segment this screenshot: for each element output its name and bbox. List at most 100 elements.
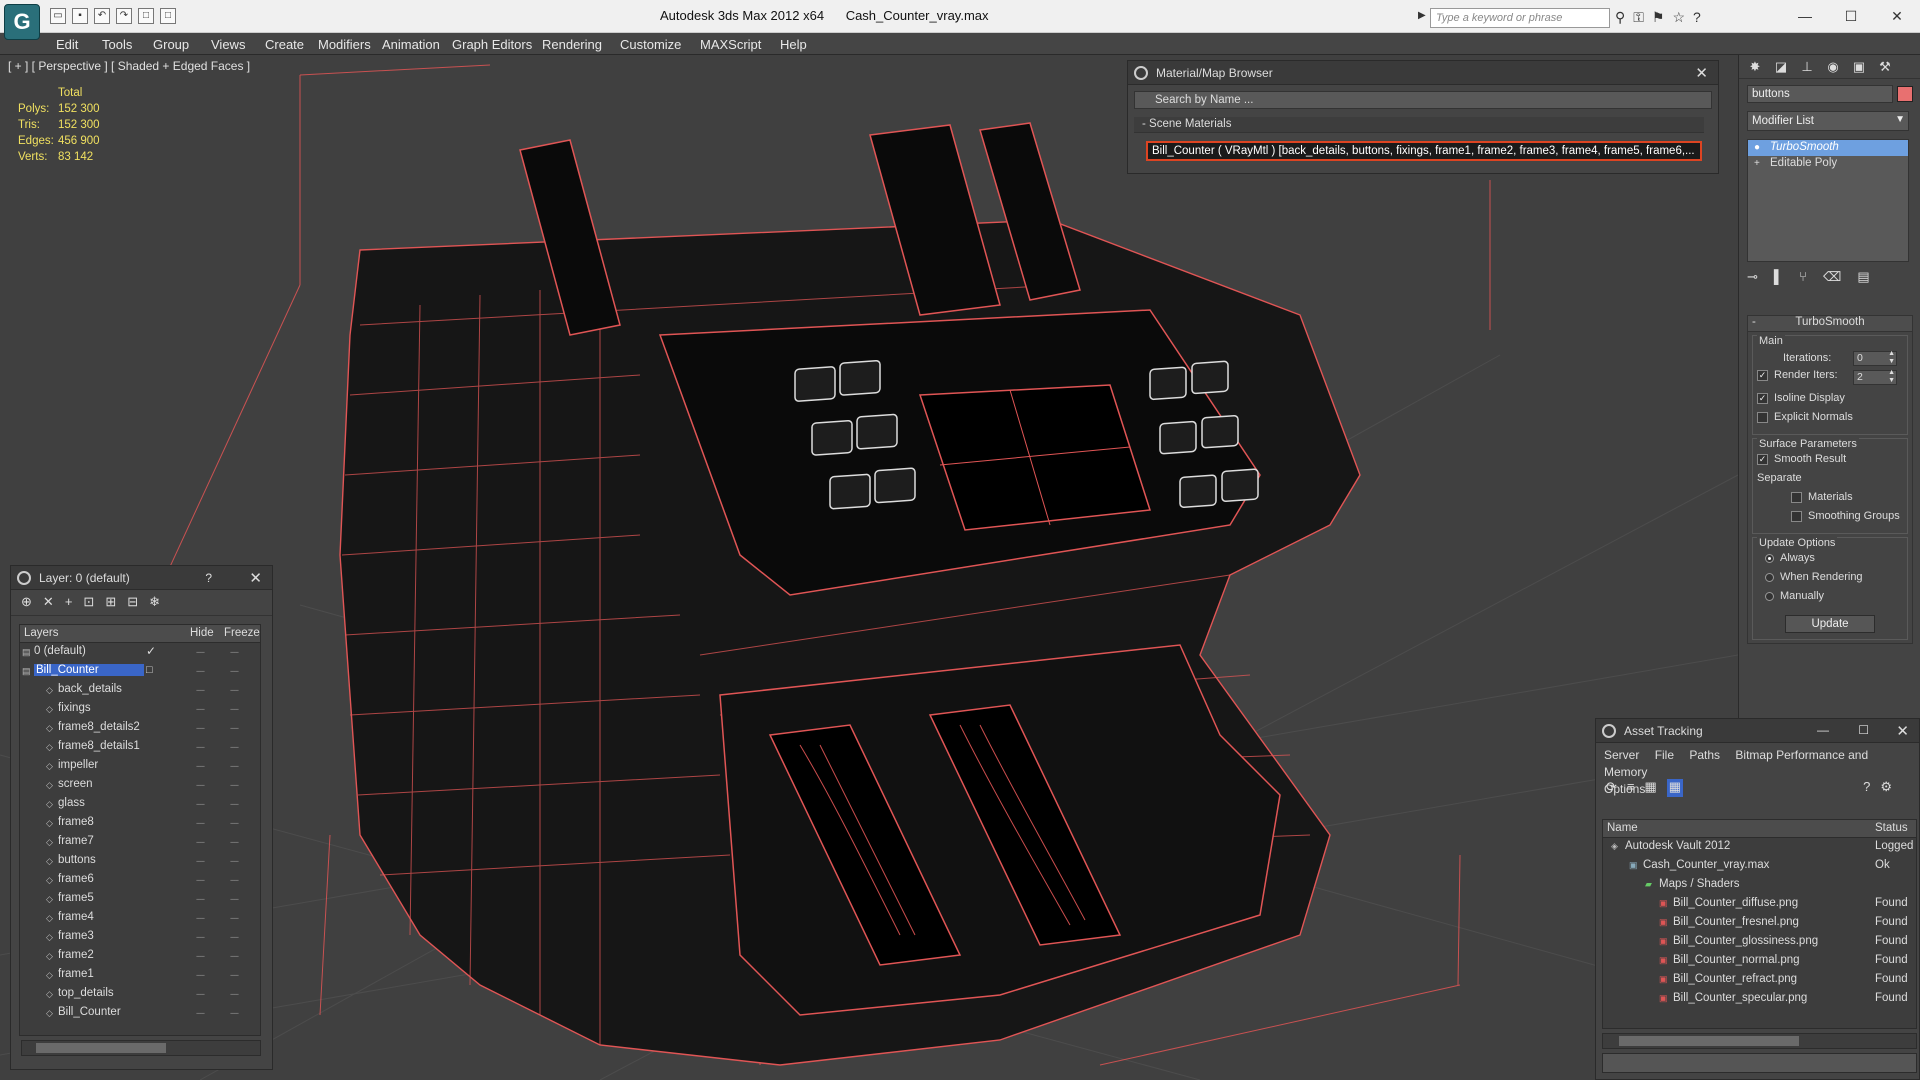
current-layer-check-icon[interactable]: ✓ — [146, 644, 156, 658]
hide-toggle[interactable]: ---- — [196, 761, 205, 771]
hide-toggle[interactable]: ---- — [196, 742, 205, 752]
freeze-toggle[interactable]: ---- — [230, 1008, 239, 1018]
communication-icon[interactable]: ⚑ — [1652, 9, 1665, 26]
update-button[interactable]: Update — [1785, 615, 1875, 633]
freeze-toggle[interactable]: ---- — [230, 913, 239, 923]
layers-horizontal-scrollbar[interactable] — [21, 1040, 261, 1056]
hide-toggle[interactable]: ---- — [196, 951, 205, 961]
asset-row[interactable]: ▣ Bill_Counter_glossiness.png Found — [1603, 933, 1916, 952]
favorites-star-icon[interactable]: ☆ — [1672, 9, 1685, 26]
help-icon[interactable]: ? — [1863, 779, 1870, 797]
menu-paths[interactable]: Paths — [1689, 748, 1720, 762]
list-view-icon[interactable]: ≡ — [1627, 779, 1635, 797]
freeze-toggle[interactable]: ---- — [230, 780, 239, 790]
freeze-toggle[interactable]: ---- — [230, 666, 239, 676]
layer-row[interactable]: ◇ Bill_Counter ---- ---- — [20, 1004, 260, 1023]
binoculars-icon[interactable]: ⚲ — [1615, 9, 1625, 26]
freeze-toggle[interactable]: ---- — [230, 837, 239, 847]
menu-server[interactable]: Server — [1604, 748, 1639, 762]
col-hide[interactable]: Hide — [190, 627, 214, 639]
menu-rendering[interactable]: Rendering — [542, 37, 602, 52]
stack-item-turbosmooth[interactable]: ● TurboSmooth — [1748, 140, 1908, 156]
freeze-toggle[interactable]: ---- — [230, 799, 239, 809]
asset-row[interactable]: ▣ Bill_Counter_fresnel.png Found — [1603, 914, 1916, 933]
asset-row[interactable]: ▣ Bill_Counter_normal.png Found — [1603, 952, 1916, 971]
freeze-toggle[interactable]: ---- — [230, 704, 239, 714]
fetch-icon[interactable]: □ — [160, 8, 176, 24]
app-logo-button[interactable]: G — [4, 4, 40, 40]
menu-edit[interactable]: Edit — [56, 37, 78, 52]
freeze-toggle[interactable]: ---- — [230, 647, 239, 657]
layer-row[interactable]: ◇ frame5 ---- ---- — [20, 890, 260, 909]
layer-row[interactable]: ◇ back_details ---- ---- — [20, 681, 260, 700]
open-file-icon[interactable]: ▭ — [50, 8, 66, 24]
table-view-icon[interactable]: ▦ — [1666, 779, 1684, 797]
hold-icon[interactable]: □ — [138, 8, 154, 24]
col-name[interactable]: Name — [1607, 822, 1638, 834]
layer-row[interactable]: ◇ top_details ---- ---- — [20, 985, 260, 1004]
render-iters-spinner[interactable]: 2 ▲ ▼ — [1853, 369, 1897, 385]
configure-sets-icon[interactable]: ▤ — [1857, 269, 1869, 285]
highlight-layer-icon[interactable]: ⊞ — [105, 594, 116, 611]
menu-bitmap-performance[interactable]: Bitmap Performance and Memory — [1604, 748, 1868, 779]
display-tab-icon[interactable]: ▣ — [1849, 59, 1869, 77]
save-icon[interactable]: ▪ — [72, 8, 88, 24]
layer-row[interactable]: ◇ frame4 ---- ---- — [20, 909, 260, 928]
hide-toggle[interactable]: ---- — [196, 666, 205, 676]
asset-row[interactable]: ▣ Bill_Counter_diffuse.png Found — [1603, 895, 1916, 914]
menu-help[interactable]: Help — [780, 37, 807, 52]
layer-row[interactable]: ▤ 0 (default) ✓ ---- ---- — [20, 643, 260, 662]
menu-maxscript[interactable]: MAXScript — [700, 37, 761, 52]
asset-row[interactable]: ▣ Bill_Counter_refract.png Found — [1603, 971, 1916, 990]
col-layers[interactable]: Layers — [24, 627, 59, 639]
freeze-toggle[interactable]: ---- — [230, 761, 239, 771]
create-tab-icon[interactable]: ✸ — [1745, 59, 1765, 77]
asset-row[interactable]: ▣ Bill_Counter_specular.png Found — [1603, 990, 1916, 1009]
undo-icon[interactable]: ↶ — [94, 8, 110, 24]
help-icon[interactable]: ? — [205, 571, 212, 585]
minimize-icon[interactable]: — — [1817, 723, 1829, 737]
freeze-toggle[interactable]: ---- — [230, 894, 239, 904]
update-when-rendering-radio[interactable] — [1765, 572, 1774, 582]
separate-materials-checkbox[interactable] — [1791, 491, 1802, 503]
hide-toggle[interactable]: ---- — [196, 723, 205, 733]
subscription-icon[interactable]: ⚿ — [1633, 9, 1644, 26]
hide-toggle[interactable]: ---- — [196, 837, 205, 847]
menu-group[interactable]: Group — [153, 37, 189, 52]
freeze-toggle[interactable]: ---- — [230, 970, 239, 980]
layer-row[interactable]: ◇ frame8_details1 ---- ---- — [20, 738, 260, 757]
stack-item-editable-poly[interactable]: + Editable Poly — [1748, 156, 1908, 172]
menu-file[interactable]: File — [1655, 748, 1674, 762]
asset-row[interactable]: ◈ Autodesk Vault 2012 Logged O — [1603, 838, 1916, 857]
update-always-radio[interactable] — [1765, 553, 1774, 563]
expand-plus-icon[interactable]: + — [1754, 158, 1760, 169]
layer-row[interactable]: ◇ frame1 ---- ---- — [20, 966, 260, 985]
explicit-normals-checkbox[interactable] — [1757, 411, 1768, 423]
turbosmooth-rollout-header[interactable]: - TurboSmooth — [1748, 316, 1912, 332]
add-to-layer-icon[interactable]: + — [65, 594, 73, 611]
menu-animation[interactable]: Animation — [382, 37, 440, 52]
lightbulb-icon[interactable]: ● — [1754, 142, 1760, 153]
hide-toggle[interactable]: ---- — [196, 1008, 205, 1018]
freeze-toggle[interactable]: ---- — [230, 723, 239, 733]
hide-toggle[interactable]: ---- — [196, 685, 205, 695]
asset-tracking-header[interactable]: Asset Tracking — ☐ ✕ — [1596, 719, 1919, 743]
hide-toggle[interactable]: ---- — [196, 704, 205, 714]
hide-toggle[interactable]: ---- — [196, 932, 205, 942]
freeze-toggle[interactable]: ---- — [230, 932, 239, 942]
asset-path-field[interactable] — [1602, 1053, 1917, 1073]
layer-row[interactable]: ◇ frame8 ---- ---- — [20, 814, 260, 833]
layer-row[interactable]: ◇ frame8_details2 ---- ---- — [20, 719, 260, 738]
layer-row[interactable]: ◇ frame2 ---- ---- — [20, 947, 260, 966]
hide-toggle[interactable]: ---- — [196, 913, 205, 923]
make-unique-icon[interactable]: ⑂ — [1799, 269, 1807, 285]
asset-row[interactable]: ▰ Maps / Shaders — [1603, 876, 1916, 895]
object-color-swatch[interactable] — [1897, 86, 1913, 102]
menu-create[interactable]: Create — [265, 37, 304, 52]
scene-materials-section[interactable]: - Scene Materials — [1134, 117, 1704, 133]
thumbnail-view-icon[interactable]: ▦ — [1645, 779, 1657, 797]
material-search-input[interactable]: Search by Name ... — [1134, 91, 1712, 109]
hide-toggle[interactable]: ---- — [196, 875, 205, 885]
layer-row[interactable]: ◇ frame3 ---- ---- — [20, 928, 260, 947]
col-freeze[interactable]: Freeze — [224, 627, 260, 639]
